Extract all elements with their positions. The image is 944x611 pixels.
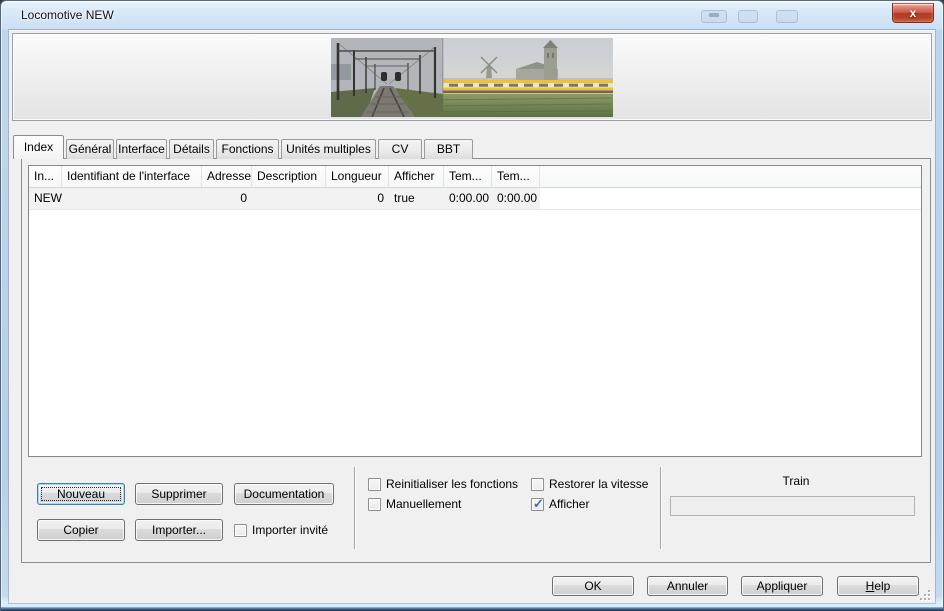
- restorer-checkbox[interactable]: Restorer la vitesse: [531, 477, 648, 491]
- column-header-afficher[interactable]: Afficher: [389, 166, 444, 187]
- locomotive-list: In... Identifiant de l'interface Adresse…: [28, 165, 922, 457]
- train-label: Train: [660, 474, 932, 488]
- tab-page-index: In... Identifiant de l'interface Adresse…: [21, 158, 931, 563]
- appliquer-button[interactable]: Appliquer: [741, 576, 823, 596]
- separator-1: [354, 467, 355, 549]
- annuler-button[interactable]: Annuler: [647, 576, 728, 596]
- cell-id: NEW: [29, 188, 62, 209]
- checkbox-icon: [234, 524, 247, 537]
- column-header-filler: [540, 166, 921, 187]
- banner-photo: [331, 38, 613, 117]
- cell-description: [252, 188, 326, 209]
- manuellement-checkbox[interactable]: Manuellement: [368, 497, 461, 511]
- importer-invite-checkbox[interactable]: Importer invité: [234, 523, 328, 537]
- tab-unites-multiples[interactable]: Unités multiples: [281, 139, 376, 159]
- reinitialiser-label: Reinitialiser les fonctions: [386, 477, 518, 491]
- check-icon: ✓: [532, 496, 545, 511]
- ok-button[interactable]: OK: [552, 576, 634, 596]
- tab-fonctions[interactable]: Fonctions: [216, 139, 279, 159]
- manuellement-label: Manuellement: [386, 497, 461, 511]
- documentation-button[interactable]: Documentation: [234, 483, 334, 505]
- checkbox-icon: [368, 498, 381, 511]
- copier-button[interactable]: Copier: [37, 519, 125, 541]
- reinitialiser-checkbox[interactable]: Reinitialiser les fonctions: [368, 477, 518, 491]
- tab-details[interactable]: Détails: [169, 139, 214, 159]
- train-input[interactable]: [670, 496, 915, 516]
- column-header-in[interactable]: In...: [29, 166, 62, 187]
- checkbox-icon: [531, 478, 544, 491]
- dialog-content: Index Général Interface Détails Fonction…: [9, 30, 935, 603]
- resize-grip-icon[interactable]: [919, 589, 930, 600]
- column-header-identifiant[interactable]: Identifiant de l'interface: [62, 166, 202, 187]
- column-header-adresse[interactable]: Adresse: [202, 166, 252, 187]
- window-title: Locomotive NEW: [21, 8, 114, 22]
- table-row[interactable]: NEW 0 0 true 0:00.00 0:00.00: [29, 188, 921, 210]
- help-label-rest: elp: [874, 579, 890, 593]
- tab-bbt[interactable]: BBT: [424, 139, 473, 159]
- supprimer-button[interactable]: Supprimer: [135, 483, 223, 505]
- close-icon: x: [893, 4, 933, 23]
- tab-interface[interactable]: Interface: [116, 139, 167, 159]
- column-header-tem2[interactable]: Tem...: [492, 166, 540, 187]
- ghost-maximize-button: [776, 10, 798, 23]
- cell-adresse: 0: [202, 188, 252, 209]
- cell-filler: [540, 188, 921, 209]
- afficher-checkbox[interactable]: ✓ Afficher: [531, 497, 589, 511]
- cell-tem1: 0:00.00: [444, 188, 492, 209]
- cell-tem2: 0:00.00: [492, 188, 540, 209]
- restorer-label: Restorer la vitesse: [549, 477, 648, 491]
- cell-identifiant: [62, 188, 202, 209]
- nouveau-button[interactable]: Nouveau: [37, 483, 125, 505]
- column-header-description[interactable]: Description: [252, 166, 326, 187]
- afficher-label: Afficher: [549, 497, 589, 511]
- checkbox-icon: [368, 478, 381, 491]
- tab-cv[interactable]: CV: [378, 139, 422, 159]
- cell-longueur: 0: [326, 188, 389, 209]
- column-header-tem1[interactable]: Tem...: [444, 166, 492, 187]
- title-bar: Locomotive NEW x: [1, 1, 943, 30]
- tab-index[interactable]: Index: [13, 135, 64, 159]
- tab-general[interactable]: Général: [66, 139, 114, 159]
- dialog-window: Locomotive NEW x: [0, 0, 944, 611]
- banner-panel: [12, 33, 932, 121]
- list-header: In... Identifiant de l'interface Adresse…: [29, 166, 921, 188]
- minimize-icon: [709, 13, 719, 17]
- checkbox-checked-icon: ✓: [531, 498, 544, 511]
- importer-button[interactable]: Importer...: [135, 519, 223, 541]
- tab-strip: Index Général Interface Détails Fonction…: [13, 135, 475, 159]
- window-bottom-edge: [1, 607, 943, 611]
- importer-invite-label: Importer invité: [252, 523, 328, 537]
- close-button[interactable]: x: [892, 3, 934, 23]
- ghost-restore-button: [738, 10, 758, 23]
- help-button[interactable]: Help: [837, 576, 919, 596]
- cell-afficher: true: [389, 188, 444, 209]
- column-header-longueur[interactable]: Longueur: [326, 166, 389, 187]
